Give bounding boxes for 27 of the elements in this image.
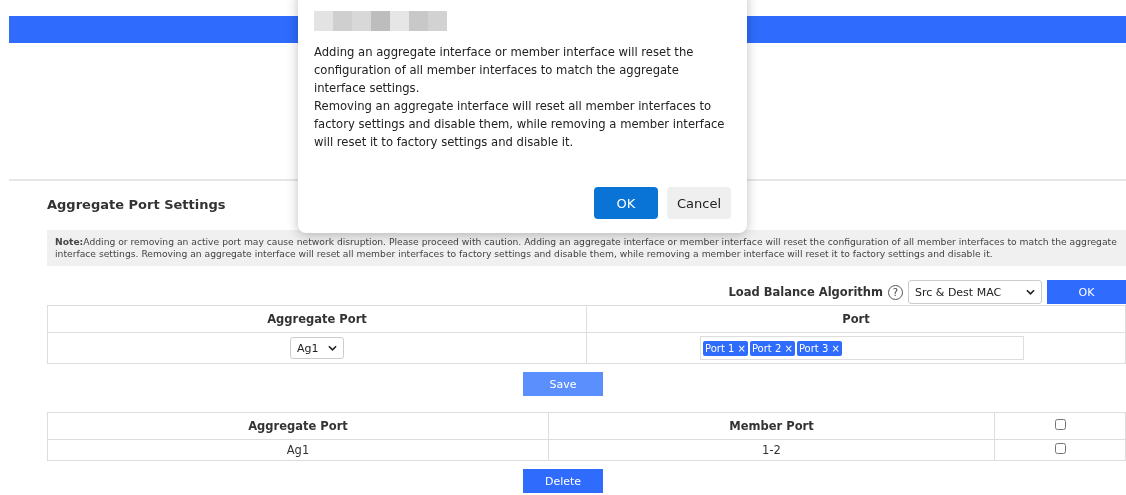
ok-button[interactable]: OK [594,187,658,219]
column-header: Port [586,305,1126,333]
dialog-message: Removing an aggregate interface will reset all member interfaces to factory settings and disable them, while removing a member interface will reset it to factory settings and disable it. [314,98,726,151]
row-checkbox[interactable] [1054,443,1066,454]
ok-button[interactable]: OK [1047,280,1126,304]
save-button[interactable]: Save [523,372,603,396]
port-tag[interactable]: Port 2 × [749,340,795,356]
dialog-message: Adding an aggregate interface or member interface will reset the configuration of all member interfaces to match the aggregate interface settings. [314,44,695,97]
table-cell: Ag1 [47,439,549,461]
algorithm-dropdown[interactable]: Src & Dest MAC [908,280,1042,304]
cancel-button[interactable]: Cancel [667,187,731,219]
port-select-field[interactable]: Port 1 × Port 2 × Port 3 × [700,336,1024,360]
port-tag[interactable]: Port 3 × [796,340,842,356]
load-balance-label: Load Balance Algorithm [728,285,883,299]
caret-icon [1026,289,1035,295]
aggregate-port-dropdown[interactable]: Ag1 [290,337,344,359]
delete-button[interactable]: Delete [523,469,603,493]
caret-icon [328,345,337,351]
port-tag[interactable]: Port 1 × [703,340,748,356]
select-all-checkbox[interactable] [1054,419,1066,430]
column-header: Aggregate Port [47,412,549,440]
section-heading: Aggregate Port Settings [47,197,226,214]
table-cell: 1-2 [548,439,995,461]
note-text: Note:Adding or removing an active port may cause network disruption. Please proceed with caution. Adding an aggregate interface or member interface will reset the configuration of all member interfaces to match the aggregate interface settings. Removing an aggregate interface will reset all member interfaces to factory settings and disable them, while removing a member interface will reset it to factory settings and disable it. [47,230,1126,266]
column-header: Member Port [548,412,995,440]
column-header: Aggregate Port [47,305,587,333]
blurred-title-icon [314,11,447,31]
